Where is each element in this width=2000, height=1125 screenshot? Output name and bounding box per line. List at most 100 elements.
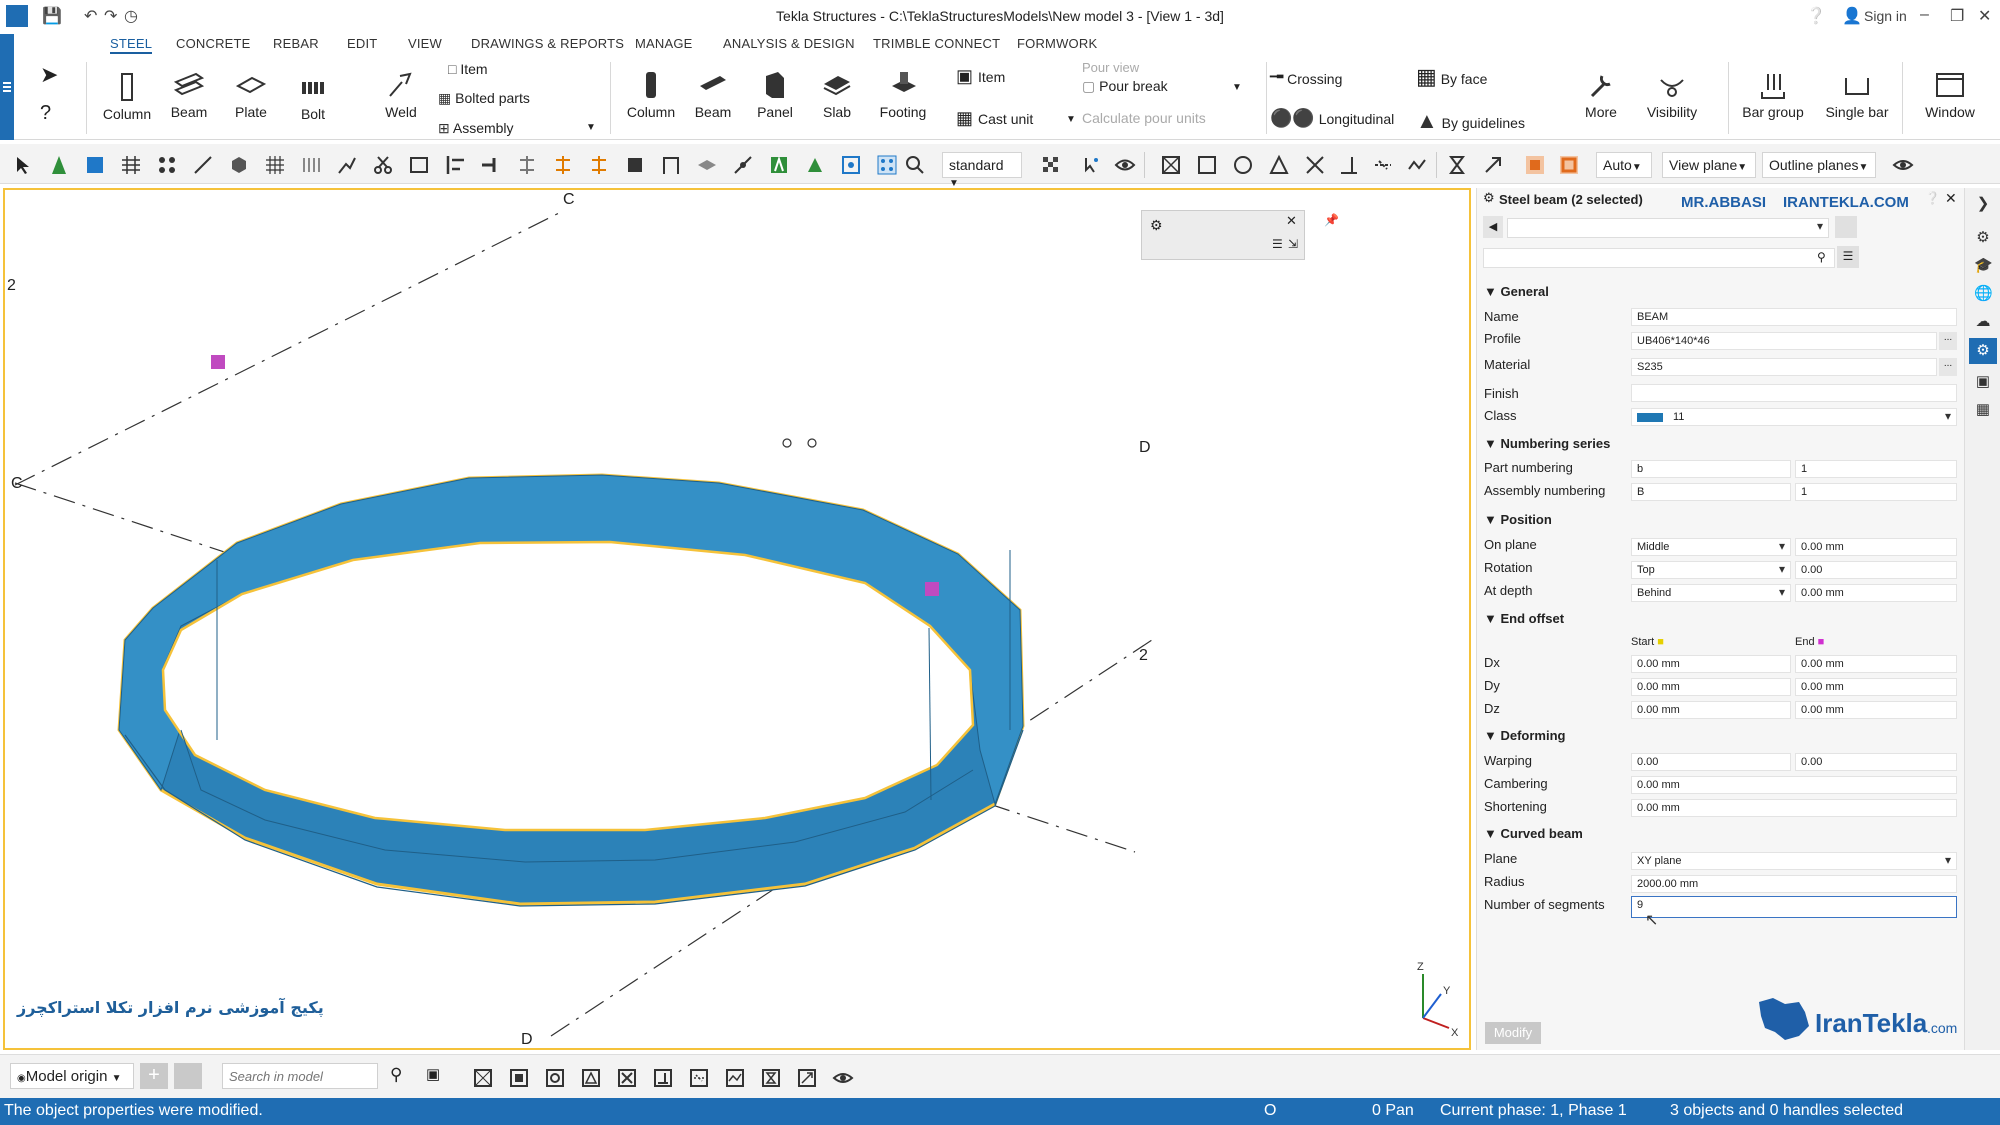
name-field[interactable]: BEAM (1631, 308, 1957, 326)
tab-analysis-design[interactable]: ANALYSIS & DESIGN (723, 36, 855, 51)
weld-button[interactable]: Weld (376, 70, 426, 120)
section-numbering[interactable]: ▼ Numbering series (1484, 436, 1610, 451)
radius-field[interactable]: 2000.00 mm (1631, 875, 1957, 893)
cut-icon[interactable] (372, 154, 394, 176)
section-deforming[interactable]: ▼ Deforming (1484, 728, 1565, 743)
bottom-eye-icon[interactable] (832, 1067, 854, 1089)
single-bar-button[interactable]: Single bar (1820, 70, 1894, 120)
visibility-button[interactable]: Visibility (1642, 70, 1702, 120)
search-icon[interactable]: ⚲ (390, 1065, 402, 1085)
warping-start-field[interactable]: 0.00 (1631, 753, 1791, 771)
bolt-button[interactable]: Bolt (288, 72, 338, 122)
delete-origin-button[interactable] (174, 1063, 202, 1089)
steel-beam-button[interactable]: Beam (164, 70, 214, 120)
modify-button[interactable]: Modify (1485, 1022, 1541, 1044)
section-position[interactable]: ▼ Position (1484, 512, 1552, 527)
view-plane-dropdown[interactable]: View plane▼ (1662, 152, 1756, 178)
bar-group-button[interactable]: Bar group (1738, 70, 1808, 120)
tab-formwork[interactable]: FORMWORK (1017, 36, 1097, 51)
snap-orange-1-icon[interactable] (552, 154, 574, 176)
status-phase[interactable]: Current phase: 1, Phase 1 (1440, 1102, 1627, 1120)
cambering-field[interactable]: 0.00 mm (1631, 776, 1957, 794)
section-curved-beam[interactable]: ▼ Curved beam (1484, 826, 1583, 841)
apps-icon[interactable]: ▦ (1974, 400, 1992, 418)
at-depth-dropdown[interactable]: Behind (1631, 584, 1791, 602)
zoom-icon[interactable] (904, 154, 926, 176)
profile-field[interactable]: UB406*140*46 (1631, 332, 1937, 350)
chevron-right-icon[interactable]: ❯ (1974, 194, 1992, 212)
dx-end-field[interactable]: 0.00 mm (1795, 655, 1957, 673)
tab-steel[interactable]: STEEL (110, 36, 153, 54)
cloud-icon[interactable]: ☁ (1974, 312, 1992, 330)
select-lines-icon[interactable] (192, 154, 214, 176)
dz-start-field[interactable]: 0.00 mm (1631, 701, 1791, 719)
snap-perpendicular-icon[interactable] (660, 154, 682, 176)
pour-dropdown-icon[interactable]: ▼ (1232, 82, 1242, 93)
warping-end-field[interactable]: 0.00 (1795, 753, 1957, 771)
crossing-button[interactable]: ╼ Crossing (1270, 64, 1342, 90)
tab-rebar[interactable]: REBAR (273, 36, 319, 51)
property-set-dropdown[interactable] (1507, 218, 1829, 238)
tab-edit[interactable]: EDIT (347, 36, 377, 51)
finish-field[interactable] (1631, 384, 1957, 402)
globe-icon[interactable]: 🌐 (1974, 284, 1993, 302)
cube-icon[interactable]: ▣ (1974, 372, 1992, 390)
material-browse-button[interactable]: ... (1939, 358, 1957, 376)
part-prefix-field[interactable]: b (1631, 460, 1791, 478)
model-view-3d[interactable]: C C 2 2 D D Z Y X ⚙ 📌 ✕ ☰ ⇲ پکیج آموزشی … (3, 188, 1471, 1050)
select-points-icon[interactable] (156, 154, 178, 176)
close-button[interactable]: ✕ (1978, 6, 1991, 26)
snap-geometry-lines-icon[interactable] (1196, 154, 1218, 176)
select-components-icon[interactable] (228, 154, 250, 176)
bottom-snap-10-icon[interactable] (796, 1067, 818, 1089)
material-field[interactable]: S235 (1631, 358, 1937, 376)
shortening-field[interactable]: 0.00 mm (1631, 799, 1957, 817)
snap-grid-point-icon[interactable] (840, 154, 862, 176)
outline-planes-dropdown[interactable]: Outline planes▼ (1762, 152, 1876, 178)
restore-button[interactable]: ❐ (1950, 6, 1964, 26)
steel-column-button[interactable]: Column (102, 72, 152, 122)
longitudinal-button[interactable]: ⚫⚫ Longitudinal (1270, 108, 1394, 129)
select-reinforcement-icon[interactable] (300, 154, 322, 176)
snap-hourglass-icon[interactable] (1446, 154, 1468, 176)
snap-green-2-icon[interactable] (804, 154, 826, 176)
select-all-icon[interactable] (12, 154, 34, 176)
standard-dropdown[interactable]: standard ▼ (942, 152, 1022, 189)
floating-mini-toolbar[interactable]: ⚙ 📌 ✕ ☰ ⇲ (1141, 210, 1339, 260)
snap-cross-icon[interactable] (1304, 154, 1326, 176)
rotation-value[interactable]: 0.00 (1795, 561, 1957, 579)
cast-unit-dropdown-icon[interactable]: ▼ (1066, 114, 1076, 125)
cast-unit-button[interactable]: ▦ Cast unit (956, 108, 1033, 129)
section-general[interactable]: ▼ General (1484, 284, 1549, 299)
snap-layers-icon[interactable] (696, 154, 718, 176)
steel-item-button[interactable]: □ Item (448, 61, 488, 77)
plane-dropdown[interactable]: XY plane (1631, 852, 1957, 870)
close-icon[interactable]: ✕ (1286, 213, 1297, 229)
part-start-field[interactable]: 1 (1795, 460, 1957, 478)
steel-more-dropdown-icon[interactable]: ▼ (586, 122, 596, 133)
end-handle[interactable] (925, 582, 939, 596)
dx-start-field[interactable]: 0.00 mm (1631, 655, 1791, 673)
smart-select-icon[interactable] (336, 154, 358, 176)
search-model-input[interactable] (222, 1063, 378, 1089)
settings-gear-icon[interactable]: ⚙ (1974, 228, 1992, 246)
user-icon[interactable]: 👤 (1842, 6, 1862, 26)
on-plane-value[interactable]: 0.00 mm (1795, 538, 1957, 556)
bottom-snap-5-icon[interactable] (616, 1067, 638, 1089)
panel-menu-button[interactable]: ☰ (1837, 246, 1859, 268)
snap-orange-frame-icon[interactable] (1558, 154, 1580, 176)
side-menu-toggle[interactable] (0, 34, 14, 140)
at-depth-value[interactable]: 0.00 mm (1795, 584, 1957, 602)
concrete-item-button[interactable]: ▣ Item (956, 66, 1005, 87)
expand-icon[interactable]: ⇲ (1288, 237, 1298, 251)
tab-drawings-reports[interactable]: DRAWINGS & REPORTS (471, 36, 624, 51)
slab-button[interactable]: Slab (812, 70, 862, 120)
save-settings-button[interactable] (1835, 216, 1857, 238)
dy-end-field[interactable]: 0.00 mm (1795, 678, 1957, 696)
snap-line-ext-icon[interactable] (732, 154, 754, 176)
bottom-snap-7-icon[interactable] (688, 1067, 710, 1089)
bottom-snap-9-icon[interactable] (760, 1067, 782, 1089)
filter-search-input[interactable] (1483, 248, 1835, 268)
assembly-prefix-field[interactable]: B (1631, 483, 1791, 501)
checker-icon[interactable] (1040, 154, 1062, 176)
